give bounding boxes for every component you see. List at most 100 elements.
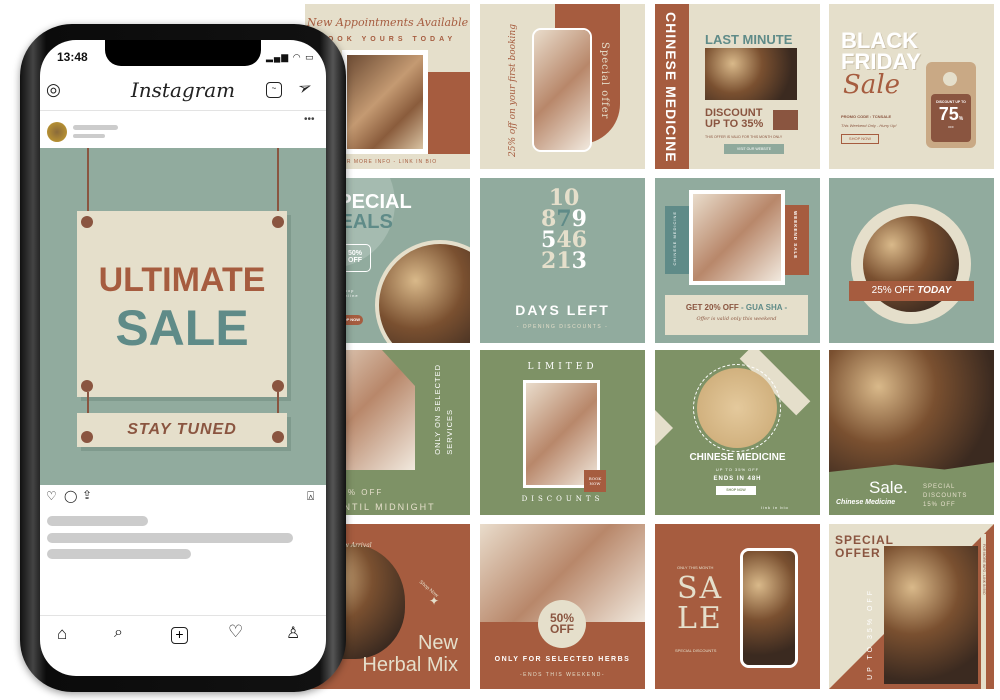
post-image: ULTIMATE SALE STAY TUNED [40, 148, 326, 485]
heart-icon[interactable]: ♡ [46, 489, 57, 503]
special-text: SPECIAL [923, 484, 956, 490]
sale-sa: SA [677, 571, 724, 606]
new-text: New [417, 632, 458, 654]
likes-placeholder [47, 516, 148, 526]
vertical-title: CHINESE MEDICINE [663, 12, 679, 163]
sale-le: LE [677, 601, 723, 636]
tile-sale-chinese-medicine: Sale. Chinese Medicine SPECIAL DISCOUNTS 1… [829, 350, 994, 515]
herbs-plate-photo [693, 364, 781, 452]
herbs-bowl-photo [375, 240, 470, 343]
number: 3 [571, 248, 587, 274]
discounts-text: DISCOUNTS [521, 495, 604, 503]
herbs-photo [705, 48, 797, 100]
badge-off: OFF [550, 622, 574, 636]
status-time: 13:48 [57, 50, 88, 64]
phone-mockup: 13:48 ▂▄▆ ◠ ▭ ◎ Instagram ~ ➢ ••• ULTIMA… [20, 24, 346, 692]
sale-script: Sale [843, 70, 901, 100]
tile-limited-discounts: LIMITED BOOK NOW DISCOUNTS [480, 350, 645, 515]
note: THIS OFFER IS VALID FOR THIS MONTH ONLY [705, 135, 783, 139]
vertical-discount: UP TO 35% OFF [867, 588, 874, 680]
tag-pct: % [958, 116, 964, 122]
avatar[interactable] [47, 122, 67, 142]
subtitle: UP TO 35% OFF [715, 467, 760, 472]
subtitle: -ENDS THIS WEEKEND- [519, 672, 606, 678]
tile-special-offer-soup: SPECIAL OFFER UP TO 35% OFF FOR MORE INFO… [829, 524, 994, 689]
sale-text: SALE [115, 300, 249, 356]
more-icon[interactable]: ••• [304, 114, 315, 125]
caption-placeholder [47, 549, 191, 559]
candles-photo [347, 55, 423, 149]
note: This Weekend Only - Hurry Up! [841, 123, 897, 128]
ends-text: ENDS IN 48H [713, 476, 762, 482]
heart-icon[interactable]: ♡ [228, 622, 243, 642]
title: CHINESE MEDICINE [689, 452, 786, 463]
herbal-mix-text: Herbal Mix [362, 654, 458, 676]
price-tag: DISCOUNT UP TO 75% OFF [926, 62, 976, 148]
stay-tuned-banner: STAY TUNED [77, 413, 287, 447]
special-offer-text: Special offer [599, 42, 610, 120]
location-placeholder [73, 134, 105, 138]
number: 1 [556, 248, 572, 274]
profile-icon[interactable]: ♙ [286, 623, 300, 643]
discount-value: UP TO 35% [705, 118, 764, 130]
note: Offer is valid only this weekend [696, 316, 777, 322]
vertical-line: ONLY ON SELECTED [433, 364, 442, 455]
shop-now-button[interactable]: SHOP NOW [716, 486, 756, 495]
only-this-month: ONLY THIS MONTH [677, 565, 714, 570]
comment-icon[interactable]: ◯ [64, 489, 77, 503]
share-icon[interactable]: ⇪ [82, 488, 92, 502]
bookmark-icon[interactable]: ⍓ [307, 489, 314, 504]
tag-value: 75 [938, 104, 959, 124]
vertical-line: SERVICES [445, 408, 454, 455]
tile-chinese-medicine-48h: CHINESE MEDICINE UP TO 35% OFF ENDS IN 4… [655, 350, 820, 515]
search-icon[interactable]: ⌕ [114, 624, 123, 642]
offer-title: GET 20% OFF [685, 303, 739, 312]
script-title: New Appointments Available [306, 16, 469, 29]
shop-now-button[interactable]: SHOP NOW [841, 134, 879, 144]
home-icon[interactable]: ⌂ [57, 624, 67, 644]
promo-code: PROMO CODE : TCNSALE [841, 114, 892, 119]
vertical-text: ONLY ON SELECTED SERVICES [432, 364, 456, 455]
igtv-icon[interactable]: ~ [266, 82, 282, 98]
tile-last-minute: CHINESE MEDICINE LAST MINUTE DISCOUNT UP … [655, 4, 820, 169]
sale-text: Sale. [869, 478, 908, 497]
today-text: TODAY [917, 285, 952, 296]
add-icon[interactable]: + [171, 627, 188, 644]
app-title: Instagram [130, 78, 236, 102]
discount-value: 15% OFF [923, 502, 956, 508]
sale-sign: ULTIMATE SALE [77, 211, 287, 397]
book-now-badge[interactable]: BOOK NOW [584, 470, 606, 492]
username-placeholder [73, 125, 118, 130]
phone-frame [532, 28, 592, 152]
until-midnight-text: UNTIL MIDNIGHT [335, 502, 436, 512]
weekend-sale-label: WEEKEND SALE [793, 211, 798, 260]
tile-sale-this-month: ONLY THIS MONTH SA LE SPECIAL DISCOUNTS [655, 524, 820, 689]
caption-placeholder [47, 533, 293, 543]
days-left-title: DAYS LEFT [515, 302, 610, 318]
tag-off: OFF [948, 125, 954, 129]
limited-text: LIMITED [527, 362, 598, 372]
tile-days-left: 10 879 546 213 DAYS LEFT - OPENING DISCO… [480, 178, 645, 343]
discount-text: 25% OFF [335, 488, 384, 497]
tile-gua-sha: CHINESE MEDICINE WEEKEND SALE GET 20% OF… [655, 178, 820, 343]
discounts-text: DISCOUNTS [923, 493, 968, 499]
side-label: CHINESE MEDICINE [672, 211, 677, 266]
facial-photo [534, 30, 590, 150]
subtitle: - OPENING DISCOUNTS - [516, 324, 609, 330]
dried-herbs-photo [829, 350, 994, 472]
gua-sha-title: - GUA SHA - [741, 303, 788, 312]
side-text: 25% off on your first booking [508, 24, 518, 157]
number: 2 [541, 248, 557, 274]
friday-text: FRIDAY [841, 49, 921, 74]
tile-black-friday: BLACK FRIDAY Sale PROMO CODE : TCNSALE Th… [829, 4, 994, 169]
instagram-screen: 13:48 ▂▄▆ ◠ ▭ ◎ Instagram ~ ➢ ••• ULTIMA… [40, 40, 326, 676]
tile-special-offer: 25% off on your first booking Special of… [480, 4, 645, 169]
info-text: FOR MORE INFO - LINK IN BIO [982, 544, 986, 595]
black-text: BLACK [841, 28, 918, 53]
discount-text: 25% OFF [871, 285, 915, 296]
brand-text: Chinese Medicine [836, 499, 896, 506]
visit-website-button[interactable]: VISIT OUR WEBSITE [724, 144, 784, 154]
countdown-numbers: 10 879 546 213 [524, 187, 604, 274]
link-text: link in bio [761, 505, 789, 510]
herbs-photo [743, 551, 795, 665]
